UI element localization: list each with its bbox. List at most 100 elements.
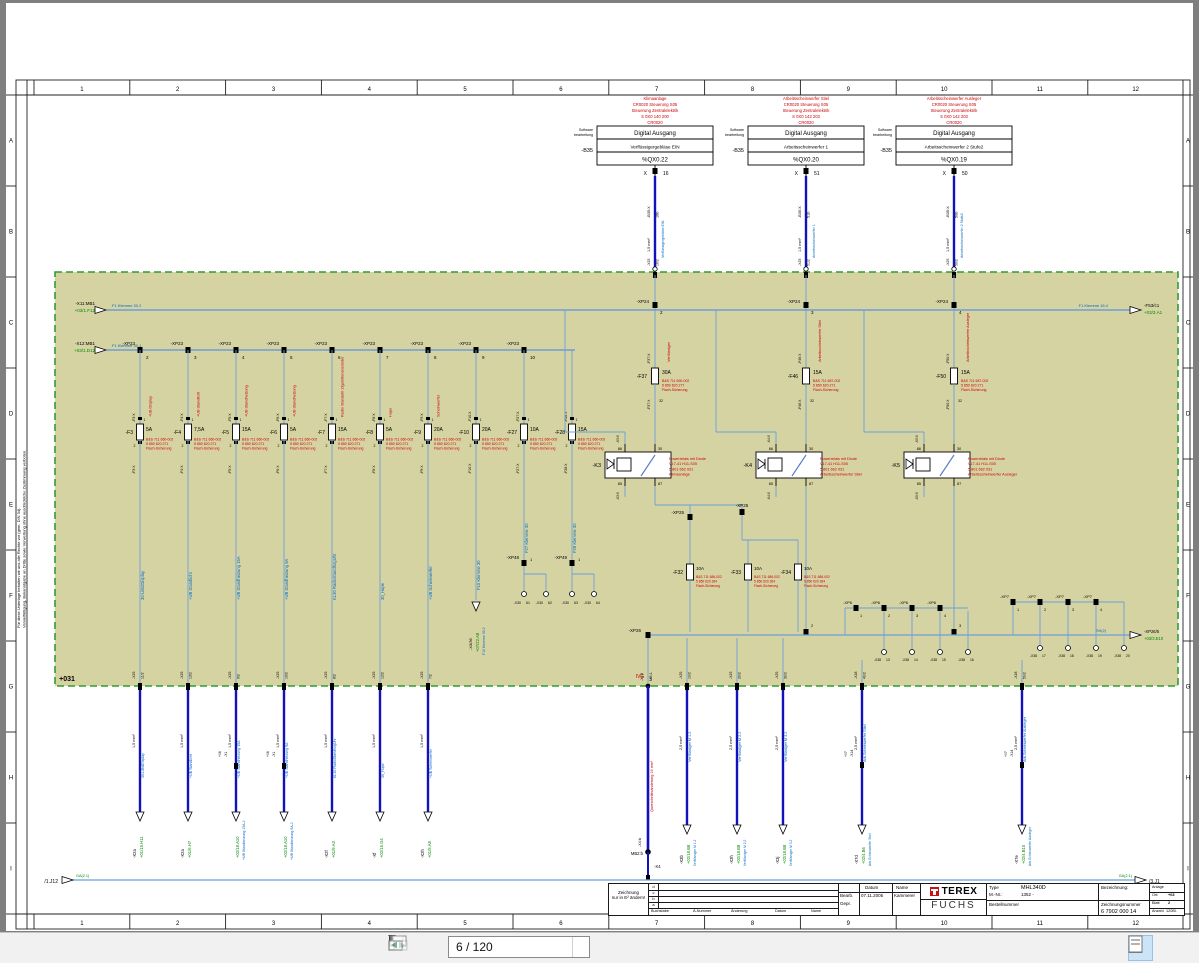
- label: 1: [384, 418, 386, 422]
- part-number: 5 850 620 271: [194, 442, 216, 446]
- label: +UB Standheizung 9A: [285, 742, 289, 778]
- part-number: 5 850 620 271: [290, 442, 312, 446]
- function-blue: Verflüssiger M 3.2: [784, 732, 788, 762]
- next-view-button[interactable]: [692, 935, 716, 959]
- box: [860, 762, 864, 768]
- label: +07: [844, 751, 848, 757]
- ort-label: Ort:: [1152, 893, 1158, 897]
- wire-size: 1,5 mm²: [180, 733, 184, 748]
- next-page-button[interactable]: [598, 935, 622, 959]
- wire-size: 1,5 mm²: [324, 733, 328, 748]
- label: -K3:X: [616, 434, 620, 443]
- function-blue: +UB Scheinwerfer: [428, 566, 433, 600]
- relay-pin: 86: [917, 447, 921, 451]
- terminal-label: -XP23: [314, 341, 327, 346]
- anzahl-label: Anzahl: [1152, 909, 1164, 913]
- two-page-view-button[interactable]: [1188, 935, 1199, 961]
- exit-arrow: [184, 812, 192, 821]
- label: -F6:X: [276, 465, 280, 474]
- plc-red-text: CR0020 Steuerung S05: [784, 102, 829, 107]
- bearb-datum: 07.11.2005: [861, 893, 883, 898]
- relay-box: [756, 452, 822, 478]
- grid-column-label: 10: [941, 87, 948, 93]
- node: [592, 592, 597, 597]
- dest-ref: +01/9.A3: [331, 840, 336, 858]
- brand-fuchs: FUCHS: [921, 899, 986, 915]
- label: 20: [1126, 654, 1130, 658]
- label: Arb.Scheinwerfer Ausleger: [1028, 826, 1032, 866]
- label: 50/2: [955, 259, 959, 266]
- label: 51/2: [807, 259, 811, 266]
- relay-pin: 30: [658, 447, 662, 451]
- anzahl-value: 120Bl.: [1166, 909, 1177, 913]
- label: -X38: [958, 658, 965, 662]
- label: Software: [878, 128, 892, 132]
- scrolling-view-button[interactable]: [1158, 935, 1183, 961]
- terminal-label: -XP23: [122, 341, 135, 346]
- label: Arb.Scheinwerfer Stiel: [868, 833, 872, 866]
- relay-pin: 30: [957, 447, 961, 451]
- label: 2: [278, 444, 280, 448]
- grid-column-label: 8: [751, 921, 755, 927]
- label: 15: [942, 658, 946, 662]
- label: 17: [1042, 654, 1046, 658]
- function-red: Radio Standuhr Zigarettenanzünder: [341, 356, 345, 417]
- label: -F9:X: [420, 413, 424, 422]
- label: -K4:X: [767, 434, 771, 443]
- label: Software: [730, 128, 744, 132]
- terminal-label: -XP7: [1000, 594, 1010, 599]
- label: 1: [144, 418, 146, 422]
- fuse-symbol: [281, 424, 288, 440]
- box: [653, 168, 658, 174]
- wire-size: 1,5 mm²: [228, 733, 232, 748]
- dest-id: -X3h: [729, 854, 734, 864]
- grid-column-label: 12: [1132, 921, 1139, 927]
- fuse-rating: 10A: [696, 566, 704, 571]
- fuse-rating: 20A: [434, 427, 444, 433]
- fuse-symbol: [652, 368, 659, 384]
- bestellnummer-label: Bestellnummer: [989, 902, 1019, 907]
- part-number: Flach-Sicherung: [434, 447, 460, 451]
- label: 13/2: [189, 672, 193, 679]
- terminal-label: -XP6: [899, 600, 909, 605]
- label: -X38: [1086, 654, 1093, 658]
- function-red: +UB Standheizung: [245, 385, 249, 417]
- grid-row-label: E: [1186, 503, 1190, 509]
- label: -K5:X: [915, 434, 919, 443]
- label: bearbeitung: [725, 133, 744, 137]
- part-number: B&S 711 660-002: [530, 438, 557, 442]
- part-number: Flach-Sicherung: [194, 447, 220, 451]
- terminal-label: -XP25: [736, 503, 749, 508]
- label: Verflüssigergebläse EIN: [661, 220, 665, 258]
- terminal-label: -XP7: [1055, 594, 1065, 599]
- fuse-symbol: [233, 424, 240, 440]
- box: [234, 417, 238, 420]
- last-page-button[interactable]: [626, 935, 650, 959]
- rev-footer-anummer: Ä-Nummer: [693, 909, 711, 913]
- fuse-id: -F5: [222, 430, 230, 436]
- dest-id: -X2f: [324, 849, 329, 858]
- label: -F10:X: [468, 411, 472, 422]
- label: 51b: [807, 212, 811, 218]
- dest-ref: +02/4.B10: [1021, 844, 1026, 864]
- label: -X13: [640, 673, 644, 681]
- relay-pin: 87: [658, 482, 662, 486]
- fuse-id: -F50: [936, 374, 947, 380]
- border-connector: [186, 683, 190, 690]
- relay-pin: 86: [769, 447, 773, 451]
- previous-page-button[interactable]: [416, 935, 440, 959]
- next-view-icon: [388, 935, 408, 951]
- page-number-select[interactable]: 6 / 120: [448, 936, 590, 958]
- label: 11/2: [141, 672, 145, 679]
- label: 2: [230, 444, 232, 448]
- label: X: [943, 171, 947, 177]
- label: -F4:X: [180, 413, 184, 422]
- grid-column-label: 6: [559, 87, 563, 93]
- label: 1: [192, 418, 194, 422]
- label: -K5:X: [915, 491, 919, 500]
- page-navigation: 6 / 120: [388, 935, 716, 959]
- previous-view-button[interactable]: [664, 935, 688, 959]
- part-number: 5 801 662 031: [968, 467, 992, 471]
- grid-column-label: 6: [559, 921, 563, 927]
- wire-size: 1,5 mm²: [647, 237, 651, 252]
